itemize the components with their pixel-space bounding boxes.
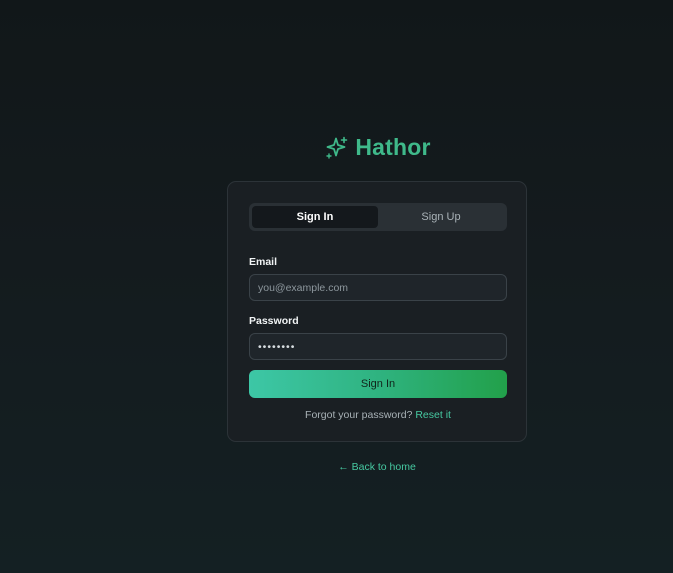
sign-in-button[interactable]: Sign In bbox=[249, 370, 507, 398]
back-to-home-link[interactable]: ← Back to home bbox=[227, 461, 527, 473]
tab-sign-in[interactable]: Sign In bbox=[252, 206, 378, 228]
email-label: Email bbox=[249, 256, 278, 268]
password-label: Password bbox=[249, 315, 299, 327]
email-field[interactable] bbox=[249, 274, 507, 301]
brand-header: Hathor bbox=[0, 134, 673, 161]
auth-tabs: Sign In Sign Up bbox=[249, 203, 507, 231]
reset-password-link[interactable]: Reset it bbox=[415, 409, 451, 421]
auth-card: Sign In Sign Up Email Password Sign In F… bbox=[227, 181, 527, 442]
forgot-password-row: Forgot your password? Reset it bbox=[228, 409, 528, 421]
forgot-password-text: Forgot your password? bbox=[305, 409, 413, 421]
sparkle-icon bbox=[326, 136, 348, 159]
password-field[interactable] bbox=[249, 333, 507, 360]
tab-sign-up[interactable]: Sign Up bbox=[378, 206, 504, 228]
brand-name: Hathor bbox=[355, 134, 431, 160]
